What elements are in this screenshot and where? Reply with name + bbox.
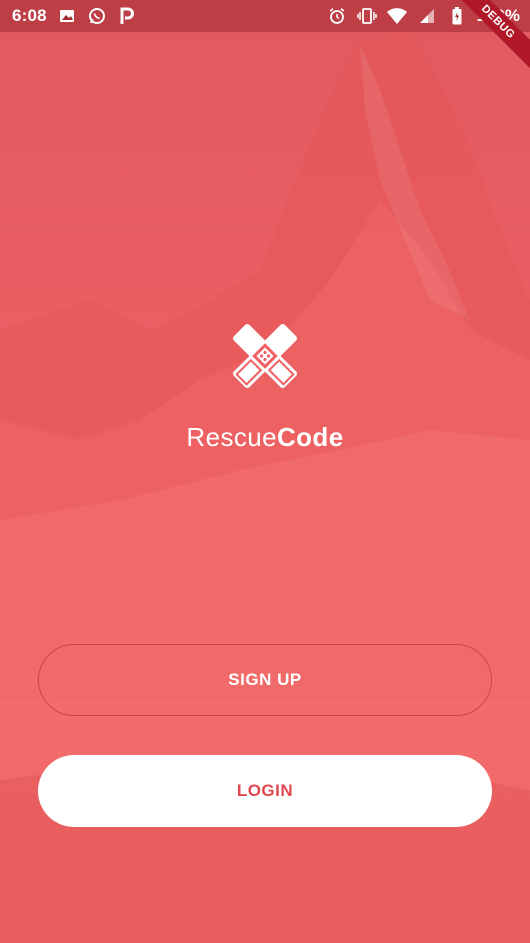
app-name: Rescue Code: [186, 422, 343, 453]
status-time: 6:08: [12, 6, 47, 25]
login-button[interactable]: LOGIN: [38, 755, 492, 827]
battery-icon: [447, 6, 467, 26]
signal-icon: [417, 6, 437, 26]
image-icon: [57, 6, 77, 26]
parking-app-icon: [117, 6, 137, 26]
alarm-icon: [327, 6, 347, 26]
login-label: LOGIN: [236, 781, 294, 800]
app-name-light: Rescue: [186, 422, 277, 452]
sign-up-label: SIGN UP: [228, 670, 302, 689]
status-bar: 6:08 100%: [0, 0, 530, 32]
app-name-bold: Code: [276, 422, 344, 452]
vibrate-icon: [356, 6, 377, 26]
bandage-cross-icon: [233, 324, 297, 388]
sign-up-button[interactable]: SIGN UP: [38, 644, 492, 716]
wifi-icon: [386, 6, 407, 26]
brand-block: Rescue Code: [0, 320, 530, 453]
whatsapp-icon: [87, 6, 107, 26]
